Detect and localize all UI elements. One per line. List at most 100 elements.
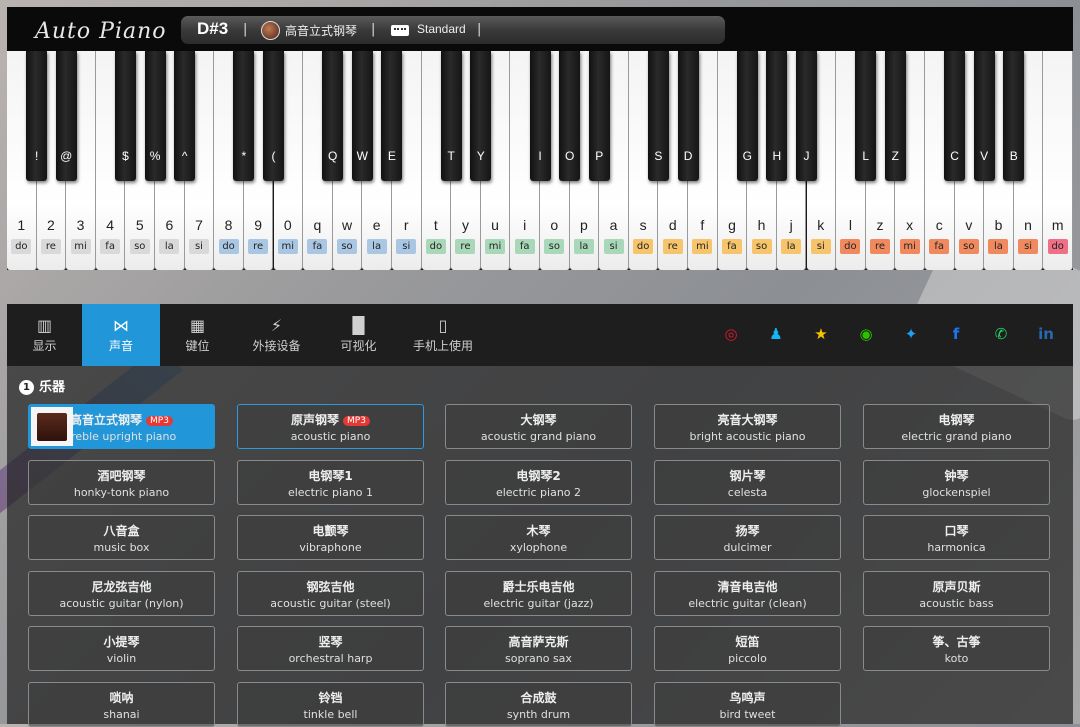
black-key[interactable]: H bbox=[766, 51, 788, 181]
solfege-badge: la bbox=[573, 239, 594, 254]
instrument-cn-text: 小提琴 bbox=[103, 635, 140, 649]
solfege-badge: so bbox=[337, 239, 358, 254]
instrument-button[interactable]: 高音萨克斯 soprano sax bbox=[445, 626, 632, 671]
instrument-button[interactable]: 唢呐 shanai bbox=[28, 681, 215, 727]
key-label: B bbox=[1009, 149, 1018, 163]
current-instrument[interactable]: 高音立式钢琴 bbox=[285, 22, 357, 39]
whatsapp-icon[interactable]: ✆ bbox=[989, 322, 1013, 346]
instrument-cn-text: 电钢琴2 bbox=[516, 468, 561, 483]
separator: | bbox=[243, 22, 248, 37]
instrument-button[interactable]: 电颤琴 vibraphone bbox=[237, 515, 424, 560]
tab-bar-chart[interactable]: ▐▌ 可视化 bbox=[318, 304, 399, 366]
black-key[interactable]: I bbox=[529, 51, 551, 181]
tab-label: 手机上使用 bbox=[412, 339, 473, 353]
tab-keyboard[interactable]: ▦ 键位 bbox=[160, 304, 235, 366]
key-label: m bbox=[1051, 217, 1064, 233]
key-label: p bbox=[580, 217, 588, 233]
instrument-button[interactable]: 爵士乐电吉他 electric guitar (jazz) bbox=[445, 570, 632, 616]
instrument-en-name: electric piano 2 bbox=[495, 485, 582, 499]
instrument-button[interactable]: 电钢琴2 electric piano 2 bbox=[445, 459, 632, 505]
instrument-button[interactable]: 合成鼓 synth drum bbox=[445, 681, 632, 727]
key-label: J bbox=[803, 149, 810, 163]
black-key[interactable]: G bbox=[736, 51, 758, 181]
instrument-button[interactable]: 八音盒 music box bbox=[28, 515, 215, 560]
instrument-button[interactable]: 原声钢琴 MP3 acoustic piano bbox=[237, 404, 424, 449]
tab-phone[interactable]: ▯ 手机上使用 bbox=[399, 304, 487, 366]
instrument-cn-text: 亮音大钢琴 bbox=[717, 413, 778, 427]
black-key[interactable]: C bbox=[944, 51, 966, 181]
instrument-button[interactable]: 电钢琴 electric grand piano bbox=[863, 404, 1050, 449]
instrument-button[interactable]: 鸟鸣声 bird tweet bbox=[654, 681, 841, 727]
black-key[interactable]: E bbox=[381, 51, 403, 181]
instrument-cn-name: 电颤琴 bbox=[238, 522, 423, 539]
solfege-badge: do bbox=[11, 239, 32, 254]
solfege-badge: so bbox=[544, 239, 565, 254]
instrument-en-name: electric grand piano bbox=[901, 430, 1012, 443]
instrument-en-name: glockenspiel bbox=[922, 485, 991, 499]
black-key[interactable]: D bbox=[677, 51, 699, 181]
black-key[interactable]: $ bbox=[114, 51, 136, 181]
tab-piano-keys[interactable]: ▥ 显示 bbox=[7, 304, 82, 366]
instrument-button[interactable]: 钢弦吉他 acoustic guitar (steel) bbox=[237, 570, 424, 616]
black-key[interactable]: P bbox=[588, 51, 610, 181]
black-key[interactable]: ( bbox=[263, 51, 284, 181]
key-label: v bbox=[965, 217, 973, 233]
linkedin-icon[interactable]: in bbox=[1034, 322, 1058, 346]
instrument-en-name: dulcimer bbox=[723, 541, 772, 554]
black-key[interactable]: Z bbox=[884, 51, 906, 181]
black-key[interactable]: Y bbox=[470, 51, 492, 181]
black-key[interactable]: L bbox=[855, 51, 877, 181]
instrument-button[interactable]: 口琴 harmonica bbox=[863, 515, 1050, 560]
instrument-button[interactable]: 尼龙弦吉他 acoustic guitar (nylon) bbox=[28, 570, 215, 616]
solfege-badge: mi bbox=[277, 239, 298, 254]
black-key[interactable]: ^ bbox=[174, 51, 196, 181]
black-key[interactable]: % bbox=[144, 51, 166, 181]
black-key[interactable]: Q bbox=[322, 51, 344, 181]
black-key[interactable]: B bbox=[1003, 51, 1025, 181]
key-label: i bbox=[523, 217, 527, 233]
separator: | bbox=[371, 22, 376, 37]
facebook-icon[interactable]: f bbox=[944, 322, 968, 346]
instrument-button[interactable]: 竖琴 orchestral harp bbox=[237, 626, 424, 671]
black-key[interactable]: W bbox=[351, 51, 373, 181]
instrument-button[interactable]: 酒吧钢琴 honky-tonk piano bbox=[28, 459, 215, 505]
black-key[interactable]: J bbox=[796, 51, 817, 181]
tab-sound-wave[interactable]: ⋈ 声音 bbox=[82, 304, 160, 366]
black-key[interactable]: V bbox=[973, 51, 995, 181]
twitter-icon[interactable]: ✦ bbox=[899, 322, 923, 346]
black-key[interactable]: S bbox=[647, 51, 669, 181]
instrument-button[interactable]: 钢片琴 celesta bbox=[654, 459, 841, 505]
keyboard-mode[interactable]: Standard bbox=[417, 22, 466, 36]
wechat-icon[interactable]: ◉ bbox=[854, 322, 878, 346]
tab-plug[interactable]: ⚡ 外接设备 bbox=[235, 304, 318, 366]
instrument-button[interactable]: 原声贝斯 acoustic bass bbox=[863, 570, 1050, 616]
black-key[interactable]: ! bbox=[26, 51, 48, 181]
instrument-button[interactable]: 钟琴 glockenspiel bbox=[863, 459, 1050, 505]
black-key[interactable]: O bbox=[559, 51, 581, 181]
instrument-button[interactable]: 木琴 xylophone bbox=[445, 515, 632, 560]
qq-icon[interactable]: ♟ bbox=[764, 322, 788, 346]
instrument-button[interactable]: 清音电吉他 electric guitar (clean) bbox=[654, 570, 841, 616]
instrument-button[interactable]: 亮音大钢琴 bright acoustic piano bbox=[654, 404, 841, 449]
instrument-button[interactable]: 电钢琴1 electric piano 1 bbox=[237, 459, 424, 505]
key-label: 8 bbox=[224, 217, 233, 233]
instrument-cn-text: 爵士乐电吉他 bbox=[502, 579, 575, 594]
instrument-button[interactable]: 扬琴 dulcimer bbox=[654, 515, 841, 560]
black-key[interactable]: @ bbox=[55, 51, 77, 181]
instrument-button[interactable]: 高音立式钢琴 MP3 treble upright piano bbox=[28, 404, 215, 449]
instrument-button[interactable]: 短笛 piccolo bbox=[654, 626, 841, 671]
instrument-button[interactable]: 小提琴 violin bbox=[28, 626, 215, 671]
solfege-badge: re bbox=[248, 239, 269, 254]
black-key[interactable]: T bbox=[440, 51, 462, 181]
white-key[interactable]: m do bbox=[1043, 51, 1073, 270]
solfege-badge: so bbox=[751, 239, 772, 254]
instrument-en-name: acoustic piano bbox=[290, 430, 371, 443]
piano-keys-icon: ▥ bbox=[36, 316, 53, 335]
instrument-button[interactable]: 大钢琴 acoustic grand piano bbox=[445, 404, 632, 449]
instrument-button[interactable]: 筝、古筝 koto bbox=[863, 626, 1050, 671]
weibo-icon[interactable]: ◎ bbox=[719, 322, 743, 346]
instrument-cn-text: 原声贝斯 bbox=[932, 579, 981, 594]
black-key[interactable]: * bbox=[233, 51, 255, 181]
qzone-icon[interactable]: ★ bbox=[809, 322, 833, 346]
instrument-button[interactable]: 铃铛 tinkle bell bbox=[237, 681, 424, 727]
